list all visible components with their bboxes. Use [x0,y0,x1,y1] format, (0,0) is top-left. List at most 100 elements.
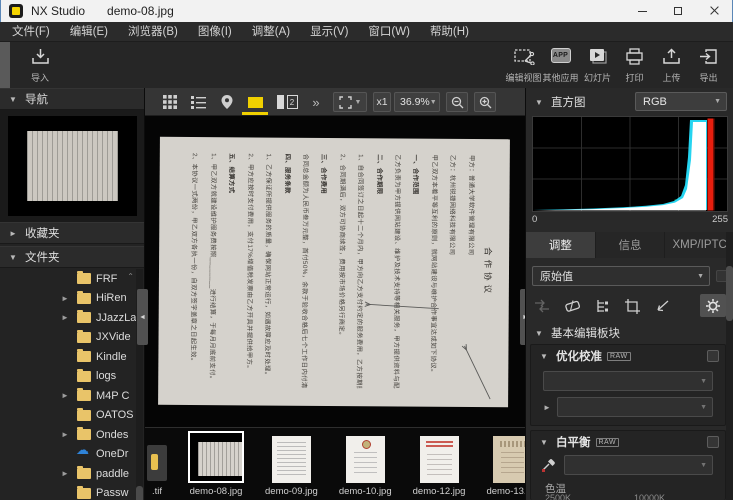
other-apps-button[interactable]: APP 其他应用 [542,45,579,86]
expand-triangle-icon[interactable]: ► [9,229,17,238]
eraser-button[interactable] [562,296,582,316]
folder-row[interactable]: ► logs [0,367,144,387]
collapse-triangle-icon[interactable]: ▼ [9,253,17,262]
channel-select-dropdown[interactable]: RGB ▼ [635,92,727,111]
folder-row[interactable]: ► Passw [0,484,144,500]
filmstrip-item[interactable]: .tif [147,445,167,497]
collapse-triangle-icon[interactable]: ▼ [540,438,548,447]
white-balance-dropdown[interactable]: ▼ [564,455,713,475]
export-button[interactable]: 导出 [690,45,727,86]
folder-row[interactable]: ► FRF [0,269,144,289]
filmstrip-thumbnail[interactable] [147,445,167,481]
maximize-button[interactable] [660,0,696,22]
tab-adjustments[interactable]: 调整 [526,232,595,258]
collapse-triangle-icon[interactable]: ▼ [535,329,543,338]
folder-scrollbar-thumb[interactable] [136,486,143,500]
straighten-button[interactable] [652,296,672,316]
left-panel-collapse-handle[interactable]: ◄ [137,289,148,345]
import-button[interactable]: 导入 [18,45,62,86]
navigation-thumbnail[interactable] [8,116,137,216]
picture-control-sub-dropdown[interactable]: ▼ [557,397,713,417]
folders-section-header[interactable]: ▼ 文件夹 [0,246,144,268]
preset-dropdown[interactable]: 原始值 ▼ [532,266,710,286]
menu-item[interactable]: 浏览器(B) [118,22,188,42]
filmstrip-item[interactable]: demo-09.jpg [265,436,318,497]
filmstrip-item[interactable]: demo-10.jpg [339,436,392,497]
expand-arrow-icon[interactable]: ► [61,430,69,439]
menu-item[interactable]: 文件(F) [2,22,60,42]
expand-arrow-icon[interactable]: ► [543,403,551,412]
more-tools-button[interactable]: » [307,92,325,112]
gray-point-picker-icon[interactable] [541,458,556,472]
filmstrip-item[interactable]: demo-12.jpg [413,436,466,497]
map-view-button[interactable] [215,92,239,112]
panel-collapse-strip[interactable] [0,42,10,88]
adjustment-list-button[interactable] [592,296,612,316]
panel-scrollbar-thumb[interactable] [726,266,733,321]
folder-row[interactable]: ► Ondes [0,425,144,445]
filmstrip-thumbnail[interactable] [420,436,459,483]
tab-xmp-iptc[interactable]: XMP/IPTC [665,232,733,258]
expand-arrow-icon[interactable]: ► [61,294,69,303]
menu-item[interactable]: 调整(A) [242,22,300,42]
folder-row[interactable]: ► OATOS [0,406,144,426]
minimize-button[interactable] [624,0,660,22]
list-view-button[interactable] [187,92,209,112]
image-view-button[interactable] [243,92,267,112]
zoom-percent-dropdown[interactable]: 36.9% ▼ [394,92,440,112]
crop-button[interactable] [622,296,642,316]
picture-control-checkbox[interactable] [707,350,719,362]
white-balance-checkbox[interactable] [707,436,719,448]
filmstrip-filename: demo-08.jpg [190,486,243,497]
picture-control-dropdown[interactable]: ▼ [543,371,713,391]
folder-row[interactable]: ► HiRen [0,289,144,309]
expand-arrow-icon[interactable]: ► [61,469,69,478]
fit-to-screen-button[interactable]: ▼ [333,92,367,112]
folder-icon [77,371,91,382]
navigation-section-header[interactable]: ▼ 导航 [0,88,144,110]
app-logo-icon [9,4,23,18]
menu-item[interactable]: 显示(V) [300,22,358,42]
picture-control-header[interactable]: ▼ 优化校准 RAW [531,345,725,367]
grid-view-button[interactable] [159,92,181,112]
white-balance-header[interactable]: ▼ 白平衡 RAW [531,431,725,453]
filmstrip-thumbnail[interactable] [272,436,311,483]
histogram-header: ▼ 直方图 RGB ▼ [526,88,733,116]
zoom-in-button[interactable] [474,92,496,112]
folder-row[interactable]: ► M4P C [0,386,144,406]
slideshow-button[interactable]: 幻灯片 [579,45,616,86]
folder-row[interactable]: ► JXVide [0,328,144,348]
compare-view-button[interactable]: 2 [274,92,300,112]
expand-arrow-icon[interactable]: ► [61,313,69,322]
zoom-out-button[interactable] [446,92,468,112]
folder-row[interactable]: ► OneDr [0,445,144,465]
settings-button[interactable] [700,294,726,317]
filmstrip-thumbnail[interactable] [188,431,244,483]
folder-row[interactable]: ► JJazzLa [0,308,144,328]
copy-adjustments-button[interactable] [532,296,552,316]
print-button[interactable]: 打印 [616,45,653,86]
folder-row[interactable]: ► paddle [0,464,144,484]
collapse-triangle-icon[interactable]: ▼ [535,98,543,107]
menu-item[interactable]: 编辑(E) [60,22,118,42]
navigation-thumbnail-image [21,126,124,206]
collapse-triangle-icon[interactable]: ▼ [540,352,548,361]
basic-edit-section-header[interactable]: ▼ 基本编辑板块 [526,322,733,344]
collapse-triangle-icon[interactable]: ▼ [9,95,17,104]
menu-item[interactable]: 窗口(W) [358,22,420,42]
folder-row[interactable]: ► Kindle [0,347,144,367]
tab-info[interactable]: 信息 [596,232,665,258]
menu-item[interactable]: 帮助(H) [420,22,479,42]
favorites-section-header[interactable]: ► 收藏夹 [0,222,144,244]
scroll-up-arrow[interactable]: ⌃ [127,272,134,281]
image-canvas[interactable]: 合作协议甲方：普通大学软件管理有限公司乙方：杭州锐捷网络科技有限公司甲乙双方本着… [145,116,525,427]
edit-view-button[interactable]: 编辑视图 [505,45,542,86]
zoom-1to1-button[interactable]: x1 [373,92,391,112]
upload-button[interactable]: 上传 [653,45,690,86]
folder-icon [77,468,91,479]
menu-item[interactable]: 图像(I) [188,22,242,42]
expand-arrow-icon[interactable]: ► [61,391,69,400]
filmstrip-item[interactable]: demo-08.jpg [188,431,244,497]
close-button[interactable] [696,0,732,22]
filmstrip-thumbnail[interactable] [346,436,385,483]
